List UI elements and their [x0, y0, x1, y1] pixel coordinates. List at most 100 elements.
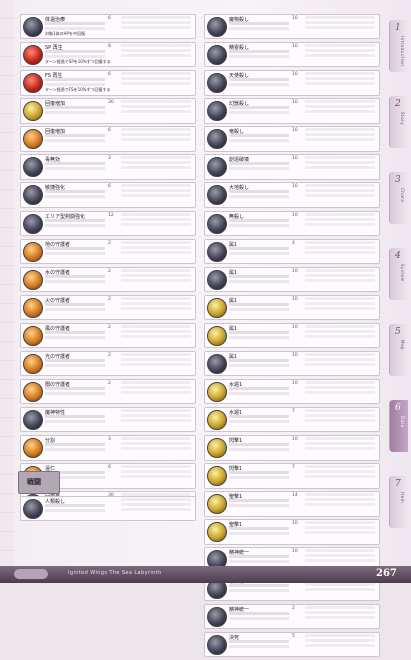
chapter-number: 5 — [395, 327, 401, 337]
skill-cost: 2 — [108, 268, 111, 274]
stat-grid — [121, 240, 191, 255]
chapter-tab-chara[interactable]: 3 Chara — [389, 172, 408, 224]
skill-icon — [23, 17, 43, 37]
stat-grid — [121, 16, 191, 30]
stat-grid — [305, 100, 375, 115]
skill-icon — [207, 185, 227, 206]
skill-entry: 大地殺し 10 — [204, 182, 380, 208]
stat-line — [45, 106, 105, 110]
skill-cost: 2 — [292, 605, 295, 611]
chapter-tab-introduction[interactable]: 1 Introduction — [389, 20, 408, 72]
skill-icon — [23, 325, 43, 346]
chapter-tab-map[interactable]: 5 Map — [389, 324, 408, 376]
skill-icon — [207, 157, 227, 178]
stat-line — [229, 111, 289, 115]
chapter-tab-data[interactable]: 6 Data — [389, 400, 408, 452]
stat-line — [45, 78, 105, 82]
stat-grid — [121, 296, 191, 311]
skill-cost: 10 — [292, 128, 298, 134]
skill-cost: 10 — [292, 72, 298, 78]
stat-line — [229, 83, 289, 87]
chapter-number: 4 — [395, 251, 401, 261]
stat-grid — [305, 156, 375, 171]
skill-cost: 3 — [108, 437, 111, 443]
stat-grid — [121, 72, 191, 87]
stat-line — [45, 195, 105, 199]
skill-icon — [207, 129, 227, 150]
guide-page: 体温治療 6 対象1体のHPを中回復 SP 再生 8 ターン経過でSPを10%ずつ回復する… — [0, 0, 411, 658]
stat-grid — [305, 605, 375, 620]
chapter-tab-system[interactable]: 4 System — [389, 248, 408, 300]
stat-line — [229, 279, 289, 283]
skill-icon — [207, 101, 227, 122]
skill-entry: 天使殺し 10 — [204, 70, 380, 96]
skill-entry: 毒無効 3 — [20, 154, 196, 180]
stat-grid — [305, 296, 375, 311]
stat-line — [229, 588, 289, 592]
stat-line — [45, 190, 105, 194]
skill-cost: 10 — [292, 184, 298, 190]
skill-description: ターン経過でFSを10%ずつ回復する — [45, 87, 111, 93]
skill-entry: 回復増加 6 — [20, 126, 196, 152]
skill-entry: 分割 3 — [20, 435, 196, 461]
skill-entry: 水遁1 10 — [204, 379, 380, 405]
stat-line — [229, 167, 289, 171]
skill-entry: 精神統一 2 — [204, 603, 380, 630]
stat-grid — [121, 212, 191, 227]
skill-cost: 5 — [292, 633, 295, 639]
skill-entry: 水の守護者 2 — [20, 266, 196, 293]
chapter-label: Introduction — [400, 36, 405, 67]
skill-entry: 属1 10 — [204, 322, 380, 349]
skill-cost: 10 — [292, 381, 298, 387]
chapter-tab-story[interactable]: 2 Story — [389, 96, 408, 148]
skill-entry: 閃撃1 7 — [204, 463, 380, 489]
chapter-sidebar: 1 Introduction 2 Story 3 Chara 4 System 5 Map 6 Dat… — [389, 20, 408, 560]
skill-icon — [207, 522, 227, 543]
stat-line — [45, 335, 105, 339]
stat-line — [229, 50, 289, 54]
stat-line — [229, 190, 289, 194]
stat-line — [45, 509, 105, 512]
stat-line — [229, 274, 289, 278]
skill-cost: 10 — [292, 156, 298, 162]
skill-cost: 30 — [108, 100, 114, 106]
skill-cost: 10 — [292, 437, 298, 443]
stat-grid — [121, 128, 191, 143]
skill-icon — [23, 213, 43, 234]
stat-grid — [121, 409, 191, 424]
stat-grid — [305, 72, 375, 87]
skill-cost: 10 — [292, 324, 298, 330]
stat-line — [229, 139, 289, 143]
skill-cost: 10 — [292, 16, 298, 21]
chapter-label: Chara — [400, 188, 405, 203]
stat-line — [45, 302, 105, 306]
stat-line — [229, 387, 289, 391]
skill-icon — [207, 634, 227, 655]
stat-line — [229, 583, 289, 587]
skill-icon — [207, 606, 227, 627]
stat-grid — [305, 268, 375, 283]
chapter-tab-item[interactable]: 7 Item — [389, 476, 408, 528]
skill-entry: SP 再生 8 ターン経過でSPを10%ずつ回復する — [20, 42, 196, 68]
skill-cost: 2 — [108, 352, 111, 358]
stat-line — [45, 307, 105, 311]
stat-line — [229, 499, 289, 503]
stat-line — [229, 639, 289, 643]
skill-cost: 4 — [292, 240, 295, 246]
skill-entry: 敏捷強化 6 — [20, 182, 196, 208]
stat-line — [229, 358, 289, 362]
skill-cost: 6 — [108, 184, 111, 190]
skill-cost: 10 — [292, 212, 298, 218]
skill-icon — [23, 297, 43, 318]
skill-cost: 10 — [292, 268, 298, 274]
stat-line — [229, 644, 289, 648]
stat-line — [229, 448, 289, 452]
skill-entry: 魔物殺し 10 — [204, 14, 380, 40]
stat-line — [229, 218, 289, 222]
skill-entry: 属1 10 — [204, 350, 380, 377]
skill-entry: 属1 4 — [204, 238, 380, 265]
skill-icon — [23, 410, 43, 431]
stat-line — [229, 532, 289, 536]
stat-line — [45, 223, 105, 227]
stat-line — [45, 55, 105, 59]
